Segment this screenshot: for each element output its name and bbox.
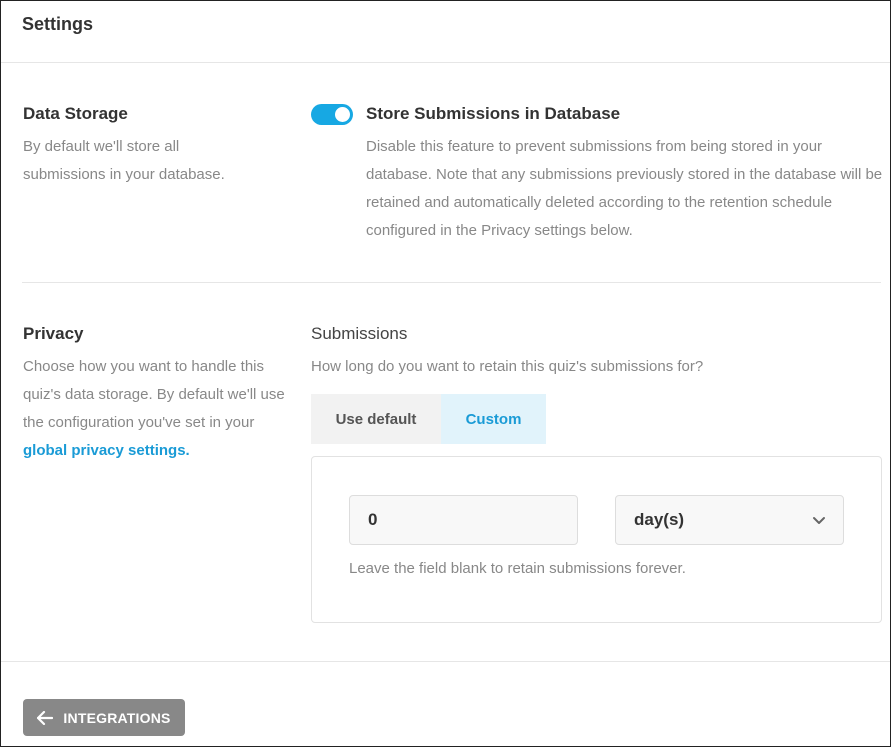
settings-panel: Settings Data Storage By default we'll s…	[0, 0, 891, 747]
tab-use-default[interactable]: Use default	[311, 394, 441, 444]
retention-unit-select[interactable]: day(s)	[615, 495, 844, 545]
store-submissions-toggle[interactable]	[311, 104, 353, 125]
submissions-question: How long do you want to retain this quiz…	[311, 358, 704, 375]
page-title: Settings	[22, 14, 94, 34]
chevron-down-icon	[813, 517, 825, 524]
back-integrations-button[interactable]: INTEGRATIONS	[23, 699, 185, 736]
tab-custom[interactable]: Custom	[441, 394, 546, 444]
data-storage-description: By default we'll store all submissions i…	[23, 138, 225, 183]
global-privacy-settings-link[interactable]: global privacy settings.	[23, 442, 190, 459]
privacy-title: Privacy	[23, 324, 84, 343]
store-submissions-description: Disable this feature to prevent submissi…	[366, 138, 883, 239]
toggle-knob	[335, 107, 350, 122]
back-button-label: INTEGRATIONS	[63, 709, 171, 726]
custom-retention-panel: day(s) Leave the field blank to retain s…	[311, 456, 882, 623]
retention-value-input[interactable]	[349, 495, 578, 545]
store-submissions-label: Store Submissions in Database	[366, 104, 621, 123]
data-storage-title: Data Storage	[23, 104, 128, 123]
submissions-title: Submissions	[311, 324, 408, 343]
privacy-description-text: Choose how you want to handle this quiz'…	[23, 358, 285, 431]
settings-header: Settings	[1, 1, 890, 63]
retention-help-text: Leave the field blank to retain submissi…	[349, 560, 686, 577]
retention-unit-value: day(s)	[634, 510, 685, 529]
arrow-left-icon	[37, 710, 54, 725]
section-divider	[22, 282, 881, 283]
footer-divider	[1, 661, 890, 662]
retention-tabs: Use default Custom	[311, 394, 546, 444]
privacy-description: Choose how you want to handle this quiz'…	[23, 353, 285, 465]
